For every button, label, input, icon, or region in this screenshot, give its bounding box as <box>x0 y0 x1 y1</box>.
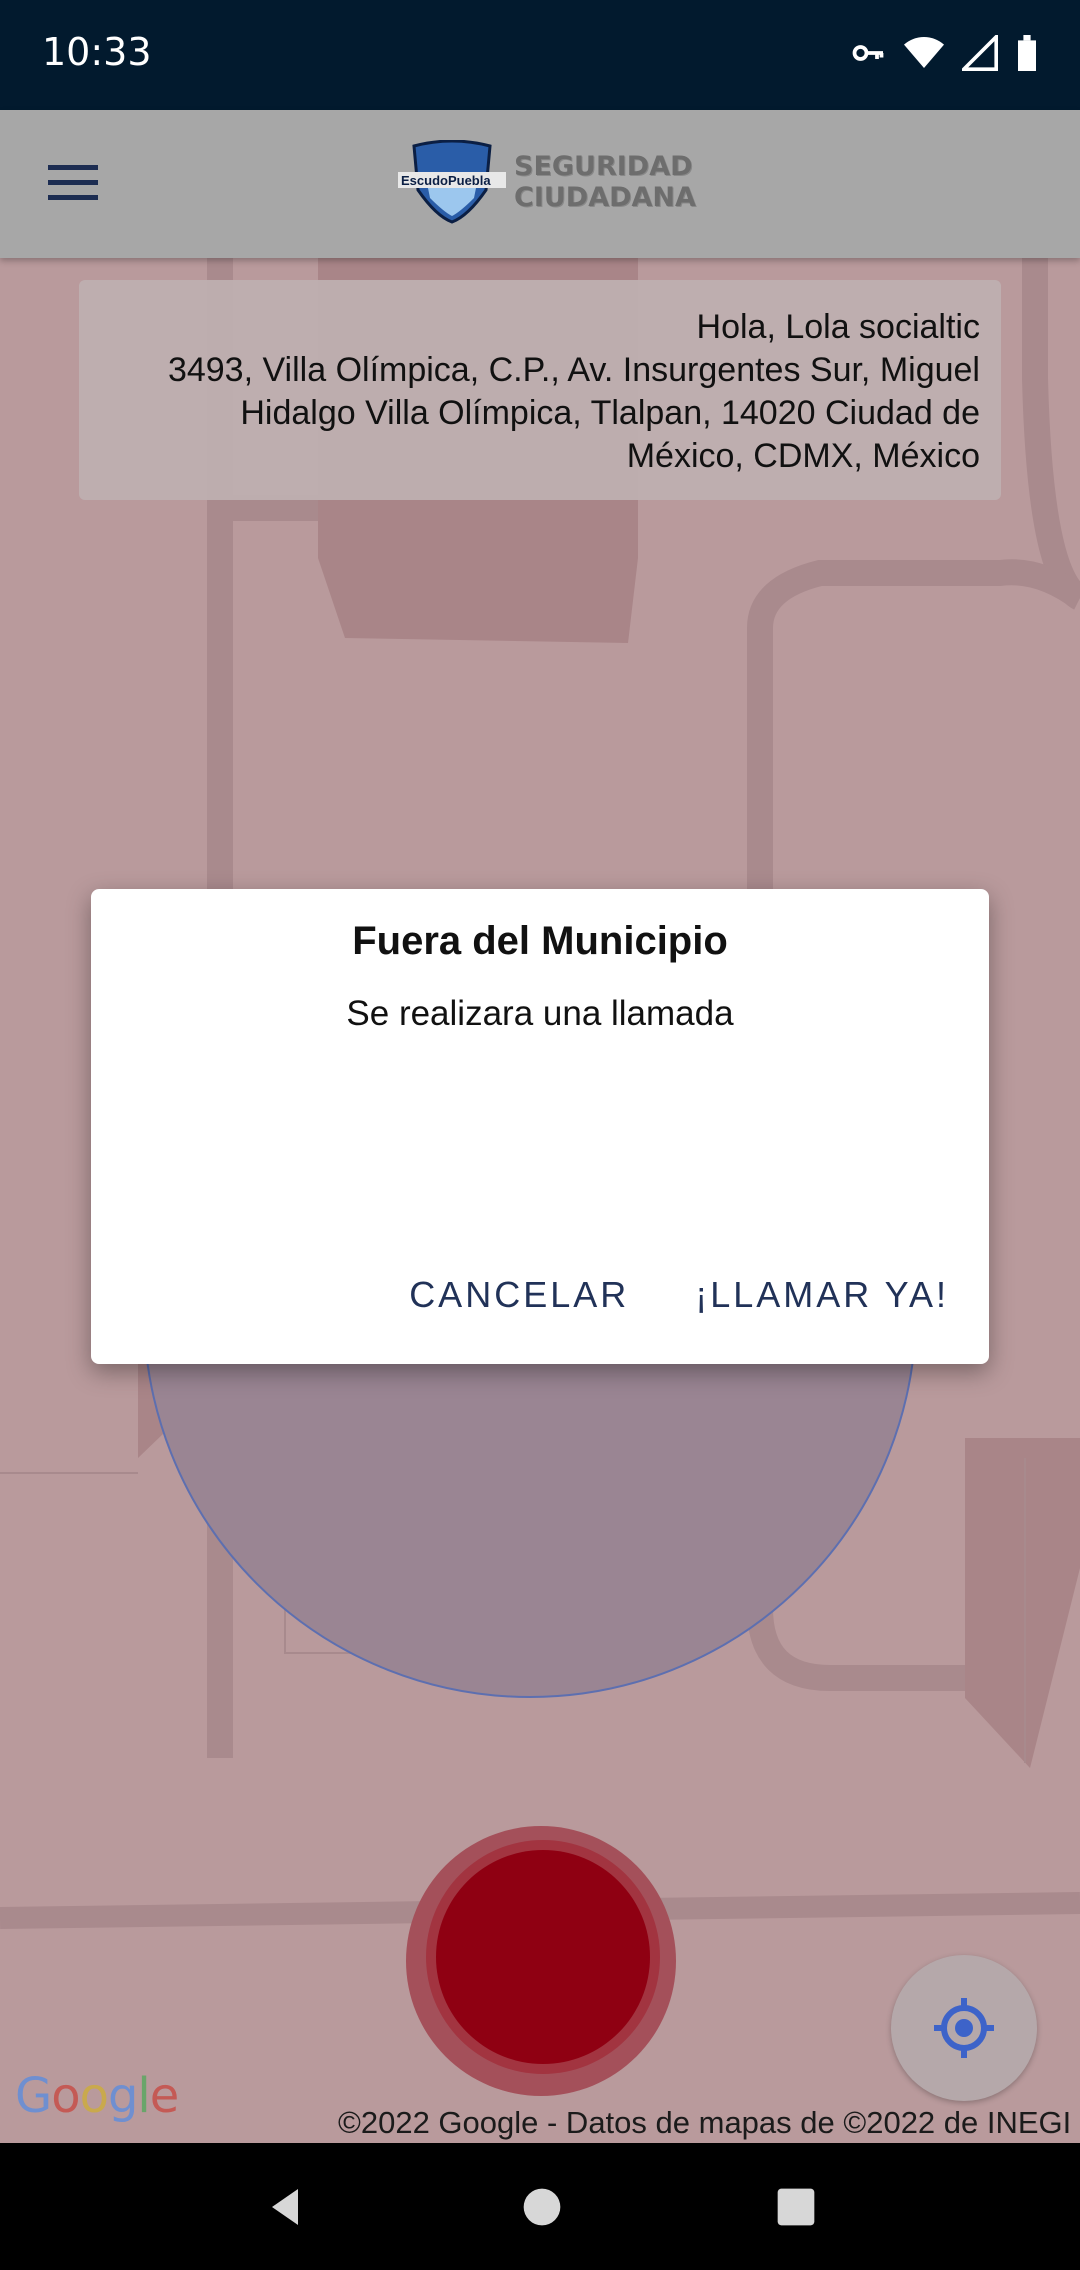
alert-dialog: Fuera del Municipio Se realizara una lla… <box>91 889 989 1364</box>
recents-icon[interactable] <box>774 2185 818 2229</box>
cancel-button[interactable]: CANCELAR <box>409 1274 629 1316</box>
dialog-actions: CANCELAR ¡LLAMAR YA! <box>409 1274 949 1316</box>
system-nav-bar <box>0 2143 1080 2270</box>
dialog-message: Se realizara una llamada <box>346 994 734 1033</box>
call-now-button[interactable]: ¡LLAMAR YA! <box>695 1274 949 1316</box>
back-icon[interactable] <box>262 2183 310 2231</box>
home-icon[interactable] <box>520 2185 564 2229</box>
dialog-title: Fuera del Municipio <box>352 919 728 963</box>
